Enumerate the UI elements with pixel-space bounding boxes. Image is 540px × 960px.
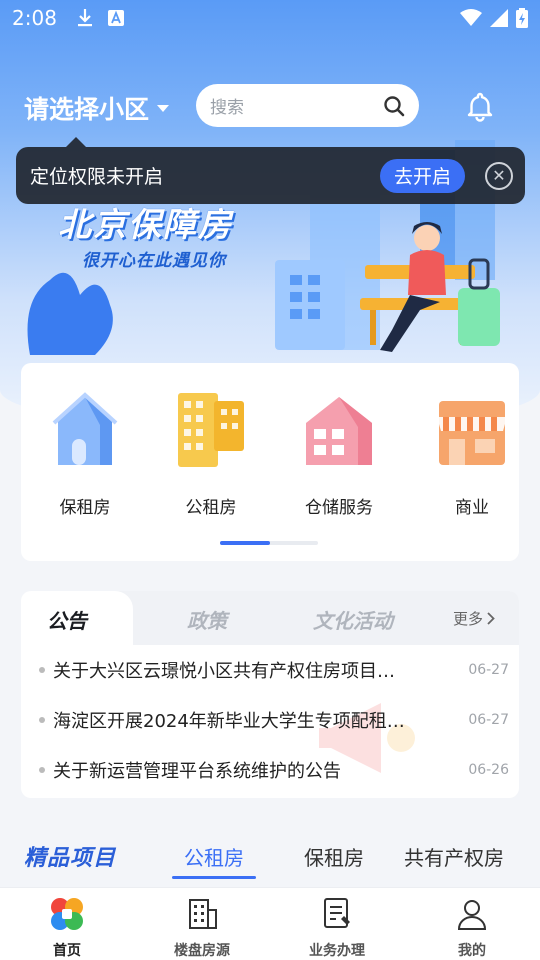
notice-item[interactable]: 关于新运营管理平台系统维护的公告 06-26 [39, 755, 509, 785]
active-tab-underline [172, 876, 256, 879]
status-icons-left [77, 8, 125, 28]
toast-message: 定位权限未开启 [30, 166, 164, 188]
tab-gong-zu-fang[interactable]: 公租房 [184, 842, 244, 871]
status-bar: 2:08 [0, 0, 540, 36]
more-link[interactable]: 更多 [453, 608, 495, 629]
notice-title: 关于新运营管理平台系统维护的公告 [53, 761, 341, 782]
featured-projects-title: 精品项目 [24, 846, 117, 871]
notice-date: 06-27 [468, 712, 509, 728]
location-permission-toast: 定位权限未开启 去开启 ✕ [16, 137, 525, 204]
chevron-right-icon [487, 612, 495, 625]
community-selector-label: 请选择小区 [24, 95, 150, 124]
battery-icon [516, 8, 528, 28]
nav-home[interactable]: 首页 [17, 896, 117, 960]
nav-business[interactable]: 业务办理 [287, 896, 387, 960]
page-indicator-active [220, 541, 270, 545]
bell-icon[interactable] [464, 90, 496, 122]
app-notification-icon [107, 10, 124, 26]
pink-warehouse-icon [306, 397, 372, 465]
service-label: 公租房 [185, 498, 237, 518]
building-icon [189, 899, 217, 929]
nav-label: 楼盘房源 [174, 943, 230, 959]
notice-date: 06-27 [468, 662, 509, 678]
service-card: 保租房 公租房 仓储服务 商业 [21, 363, 519, 561]
enable-location-button[interactable]: 去开启 [379, 158, 465, 193]
yellow-buildings-icon [178, 393, 244, 467]
notice-card: 公告 政策 文化活动 更多 关于大兴区云璟悦小区共有产权住房项目… 06-27 … [21, 591, 519, 798]
status-time: 2:08 [12, 6, 57, 30]
toast-pointer [66, 137, 86, 147]
service-label: 商业 [455, 498, 489, 518]
status-icons-right [460, 8, 528, 28]
nav-profile[interactable]: 我的 [422, 896, 522, 960]
banner-title: 北京保障房 [58, 205, 233, 244]
download-icon [77, 9, 92, 27]
notice-item[interactable]: 海淀区开展2024年新毕业大学生专项配租… 06-27 [39, 705, 509, 735]
notice-title: 关于大兴区云璟悦小区共有产权住房项目… [53, 661, 395, 682]
tab-announcement[interactable]: 公告 [47, 605, 87, 634]
service-item-bao-zu-fang[interactable]: 保租房 [30, 391, 140, 518]
service-label: 保租房 [59, 498, 111, 518]
bottom-nav: 首页 楼盘房源 业务办理 我的 [0, 887, 540, 960]
nav-properties[interactable]: 楼盘房源 [152, 896, 252, 960]
notice-item[interactable]: 关于大兴区云璟悦小区共有产权住房项目… 06-27 [39, 655, 509, 685]
nav-label: 业务办理 [309, 943, 365, 959]
banner-subtitle: 很开心在此遇见你 [82, 251, 226, 271]
community-selector[interactable]: 请选择小区 [24, 90, 170, 126]
tab-culture-activity[interactable]: 文化活动 [313, 605, 393, 634]
user-icon [457, 900, 487, 930]
orange-shop-icon [437, 401, 507, 465]
search-icon [384, 95, 405, 116]
tab-bao-zu-fang[interactable]: 保租房 [304, 842, 364, 871]
tab-gong-you-chan-quan[interactable]: 共有产权房 [404, 842, 504, 871]
bullet-dot [39, 767, 45, 773]
home-logo-icon [51, 898, 83, 930]
blue-house-icon [52, 392, 118, 465]
document-icon [324, 898, 350, 928]
service-item-shang-ye[interactable]: 商业 [417, 391, 527, 518]
caret-down-icon [157, 104, 170, 112]
close-icon[interactable]: ✕ [485, 161, 513, 190]
bullet-dot [39, 717, 45, 723]
signal-icon [490, 9, 508, 27]
wifi-icon [460, 9, 482, 26]
header: 请选择小区 搜索 [0, 84, 540, 128]
service-item-cang-chu[interactable]: 仓储服务 [284, 391, 394, 518]
nav-label: 我的 [458, 943, 486, 959]
bullet-dot [39, 667, 45, 673]
featured-projects: 精品项目 公租房 保租房 共有产权房 [0, 830, 540, 886]
search-placeholder: 搜索 [210, 98, 244, 118]
service-item-gong-zu-fang[interactable]: 公租房 [156, 391, 266, 518]
notice-date: 06-26 [468, 762, 509, 778]
tab-policy[interactable]: 政策 [187, 605, 227, 634]
more-label: 更多 [453, 610, 484, 628]
service-label: 仓储服务 [305, 498, 373, 518]
notice-title: 海淀区开展2024年新毕业大学生专项配租… [53, 711, 405, 732]
nav-label: 首页 [53, 943, 81, 959]
page-indicator [220, 541, 318, 545]
notice-tabs: 公告 政策 文化活动 更多 [21, 591, 519, 645]
search-input[interactable]: 搜索 [196, 84, 419, 127]
